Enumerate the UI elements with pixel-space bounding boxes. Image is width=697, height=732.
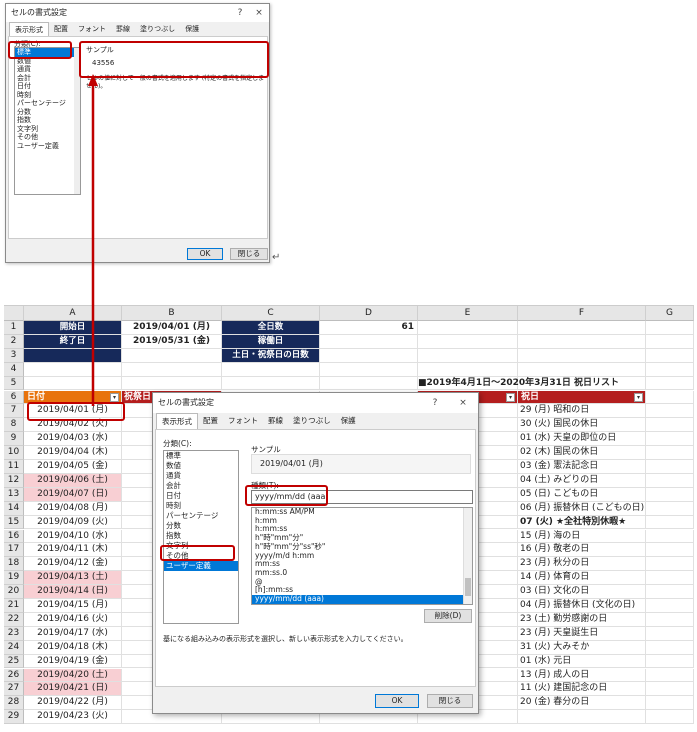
format-item[interactable]: yyyy/m/d h:mm: [252, 551, 463, 561]
category-item[interactable]: 標準: [164, 451, 238, 461]
close-icon[interactable]: ×: [456, 393, 470, 413]
category-item[interactable]: 時刻: [164, 501, 238, 511]
scrollbar[interactable]: [463, 508, 472, 604]
category-item[interactable]: 数値: [164, 461, 238, 471]
tab-protection[interactable]: 保護: [336, 413, 361, 429]
category-item[interactable]: ユーザー定義: [164, 561, 238, 571]
category-item[interactable]: 日付: [164, 491, 238, 501]
scrollbar-thumb[interactable]: [465, 578, 471, 596]
category-item[interactable]: 指数: [164, 531, 238, 541]
sample-value: 2019/04/01 (月): [251, 454, 471, 474]
format-list[interactable]: h:mm:ss AM/PM h:mm h:mm:ss h"時"mm"分" h"時"mm"…: [251, 507, 473, 605]
format-item[interactable]: h:mm:ss AM/PM: [252, 508, 463, 517]
dialog-title-bar: セルの書式設定 ? ×: [153, 393, 478, 413]
category-item[interactable]: 会計: [164, 481, 238, 491]
highlight-type-input: [245, 485, 328, 506]
help-button[interactable]: ?: [428, 393, 442, 413]
dialog-title: セルの書式設定: [158, 398, 214, 407]
category-label: 分類(C):: [163, 439, 192, 448]
highlight-cell-a7: [27, 402, 125, 421]
highlight-category-custom: [160, 545, 235, 561]
delete-button[interactable]: 削除(D): [424, 609, 472, 623]
ok-button[interactable]: OK: [375, 694, 419, 708]
tab-fill[interactable]: 塗りつぶし: [288, 413, 336, 429]
category-item[interactable]: パーセンテージ: [164, 511, 238, 521]
tab-font[interactable]: フォント: [223, 413, 263, 429]
close-button[interactable]: 閉じる: [427, 694, 473, 708]
category-list[interactable]: 標準 数値 通貨 会計 日付 時刻 パーセンテージ 分数 指数 文字列 その他 ユーザー定義: [163, 450, 239, 624]
tab-border[interactable]: 罫線: [263, 413, 288, 429]
tab-alignment[interactable]: 配置: [198, 413, 223, 429]
tab-strip: 表示形式 配置 フォント 罫線 塗りつぶし 保護: [153, 413, 478, 429]
description-text: 基になる組み込みの表示形式を選択し、新しい表示形式を入力してください。: [163, 635, 408, 643]
category-item[interactable]: 通貨: [164, 471, 238, 481]
format-item[interactable]: mm:ss.0: [252, 568, 463, 578]
format-item[interactable]: yyyy/mm/dd (aaa): [252, 594, 463, 604]
category-item[interactable]: 分数: [164, 521, 238, 531]
tab-number[interactable]: 表示形式: [156, 413, 198, 429]
